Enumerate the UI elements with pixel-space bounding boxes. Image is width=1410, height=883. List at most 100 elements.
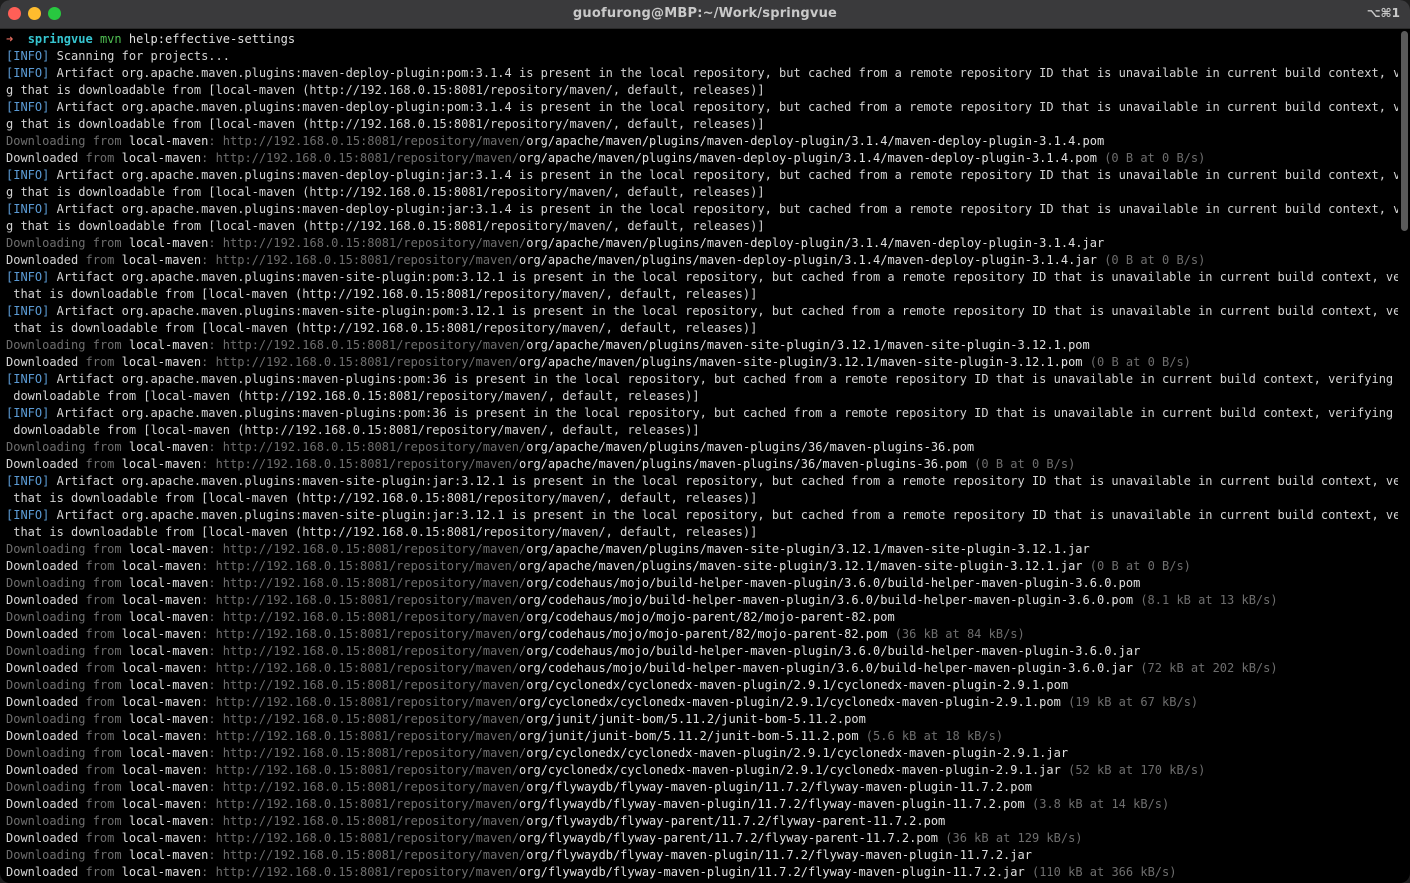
prompt-cwd: springvue xyxy=(27,32,93,46)
transfer-stat: (8.1 kB at 13 kB/s) xyxy=(1140,593,1278,607)
download-verb: Downloaded xyxy=(6,457,79,471)
from-label: from xyxy=(92,610,122,624)
artifact-path: org/flywaydb/flyway-parent/11.7.2/flyway… xyxy=(519,831,939,845)
repo-name: local-maven xyxy=(128,134,209,148)
repo-url: http://192.168.0.15:8081/repository/mave… xyxy=(215,593,519,607)
artifact-path: org/cyclonedx/cyclonedx-maven-plugin/2.9… xyxy=(526,746,1069,760)
download-verb: Downloaded xyxy=(6,695,79,709)
terminal-output[interactable]: ➜ springvue mvn help:effective-settings … xyxy=(0,29,1398,883)
window-title: guofurong@MBP:~/Work/springvue xyxy=(572,6,838,21)
log-message: Artifact org.apache.maven.plugins:maven-… xyxy=(56,406,1398,420)
repo-name: local-maven xyxy=(121,763,202,777)
repo-url: http://192.168.0.15:8081/repository/mave… xyxy=(222,134,527,148)
repo-url: http://192.168.0.15:8081/repository/mave… xyxy=(215,559,519,573)
repo-name: local-maven xyxy=(128,610,209,624)
colon: : xyxy=(201,457,216,471)
info-tag: [INFO] xyxy=(6,372,50,386)
log-line-continuation: that is downloadable from [local-maven (… xyxy=(6,524,1398,541)
repo-name: local-maven xyxy=(121,627,202,641)
log-message: downloadable from [local-maven (http://1… xyxy=(6,389,700,403)
log-line-continuation: g that is downloadable from [local-maven… xyxy=(6,218,1398,235)
log-line-info: [INFO] Artifact org.apache.maven.plugins… xyxy=(6,99,1398,116)
download-verb: Downloading xyxy=(6,440,86,454)
from-label: from xyxy=(85,729,115,743)
log-line-downloaded: Downloaded from local-maven: http://192.… xyxy=(6,762,1398,779)
transfer-stat: (72 kB at 202 kB/s) xyxy=(1140,661,1278,675)
log-line-continuation: that is downloadable from [local-maven (… xyxy=(6,320,1398,337)
artifact-path: org/codehaus/mojo/mojo-parent/82/mojo-pa… xyxy=(519,627,888,641)
log-line-downloaded: Downloaded from local-maven: http://192.… xyxy=(6,660,1398,677)
log-line-continuation: downloadable from [local-maven (http://1… xyxy=(6,422,1398,439)
from-label: from xyxy=(92,576,122,590)
repo-url: http://192.168.0.15:8081/repository/mave… xyxy=(215,865,519,879)
log-line-info: [INFO] Scanning for projects... xyxy=(6,48,1398,65)
artifact-path: org/cyclonedx/cyclonedx-maven-plugin/2.9… xyxy=(526,678,1069,692)
from-label: from xyxy=(92,542,122,556)
download-verb: Downloading xyxy=(6,814,86,828)
prompt-command: mvn xyxy=(99,32,122,46)
log-line-downloaded: Downloaded from local-maven: http://192.… xyxy=(6,456,1398,473)
download-verb: Downloading xyxy=(6,712,86,726)
repo-url: http://192.168.0.15:8081/repository/mave… xyxy=(222,746,527,760)
from-label: from xyxy=(85,865,115,879)
artifact-path: org/apache/maven/plugins/maven-site-plug… xyxy=(519,355,1083,369)
terminal-scrollbar[interactable] xyxy=(1401,31,1408,231)
colon: : xyxy=(208,712,223,726)
colon: : xyxy=(208,576,223,590)
transfer-stat: (0 B at 0 B/s) xyxy=(1089,355,1191,369)
repo-url: http://192.168.0.15:8081/repository/mave… xyxy=(215,661,519,675)
log-line-continuation: that is downloadable from [local-maven (… xyxy=(6,490,1398,507)
from-label: from xyxy=(85,593,115,607)
log-message: Artifact org.apache.maven.plugins:maven-… xyxy=(56,168,1398,182)
from-label: from xyxy=(85,355,115,369)
log-line-downloaded: Downloaded from local-maven: http://192.… xyxy=(6,354,1398,371)
repo-name: local-maven xyxy=(128,542,209,556)
colon: : xyxy=(208,338,223,352)
log-line-downloaded: Downloaded from local-maven: http://192.… xyxy=(6,626,1398,643)
log-message: Artifact org.apache.maven.plugins:maven-… xyxy=(56,372,1398,386)
repo-name: local-maven xyxy=(128,814,209,828)
log-message: Artifact org.apache.maven.plugins:maven-… xyxy=(56,66,1398,80)
colon: : xyxy=(208,848,223,862)
download-verb: Downloading xyxy=(6,644,86,658)
from-label: from xyxy=(85,457,115,471)
repo-url: http://192.168.0.15:8081/repository/mave… xyxy=(222,236,527,250)
download-verb: Downloaded xyxy=(6,797,79,811)
repo-url: http://192.168.0.15:8081/repository/mave… xyxy=(222,814,527,828)
repo-url: http://192.168.0.15:8081/repository/mave… xyxy=(222,780,527,794)
log-line-downloaded: Downloaded from local-maven: http://192.… xyxy=(6,592,1398,609)
log-line-downloaded: Downloaded from local-maven: http://192.… xyxy=(6,150,1398,167)
from-label: from xyxy=(85,831,115,845)
prompt-line: ➜ springvue mvn help:effective-settings xyxy=(6,31,1398,48)
from-label: from xyxy=(92,236,122,250)
artifact-path: org/apache/maven/plugins/maven-plugins/3… xyxy=(519,457,967,471)
log-message: g that is downloadable from [local-maven… xyxy=(6,219,765,233)
log-message: g that is downloadable from [local-maven… xyxy=(6,83,765,97)
transfer-stat: (5.6 kB at 18 kB/s) xyxy=(865,729,1004,743)
colon: : xyxy=(208,542,223,556)
info-tag: [INFO] xyxy=(6,168,50,182)
artifact-path: org/flywaydb/flyway-parent/11.7.2/flyway… xyxy=(526,814,946,828)
repo-name: local-maven xyxy=(121,797,202,811)
transfer-stat: (19 kB at 67 kB/s) xyxy=(1068,695,1199,709)
info-tag: [INFO] xyxy=(6,270,50,284)
title-bar[interactable]: guofurong@MBP:~/Work/springvue ⌥⌘1 xyxy=(0,0,1410,29)
colon: : xyxy=(201,729,216,743)
info-tag: [INFO] xyxy=(6,100,50,114)
log-message: g that is downloadable from [local-maven… xyxy=(6,185,765,199)
log-line-downloading: Downloading from local-maven: http://192… xyxy=(6,779,1398,796)
log-message: that is downloadable from [local-maven (… xyxy=(6,321,758,335)
download-verb: Downloading xyxy=(6,338,86,352)
download-verb: Downloading xyxy=(6,576,86,590)
colon: : xyxy=(201,559,216,573)
from-label: from xyxy=(85,559,115,573)
repo-name: local-maven xyxy=(121,593,202,607)
log-line-continuation: g that is downloadable from [local-maven… xyxy=(6,82,1398,99)
from-label: from xyxy=(92,848,122,862)
repo-name: local-maven xyxy=(121,831,202,845)
repo-name: local-maven xyxy=(121,253,202,267)
repo-name: local-maven xyxy=(121,661,202,675)
colon: : xyxy=(208,678,223,692)
log-line-downloading: Downloading from local-maven: http://192… xyxy=(6,439,1398,456)
colon: : xyxy=(208,780,223,794)
